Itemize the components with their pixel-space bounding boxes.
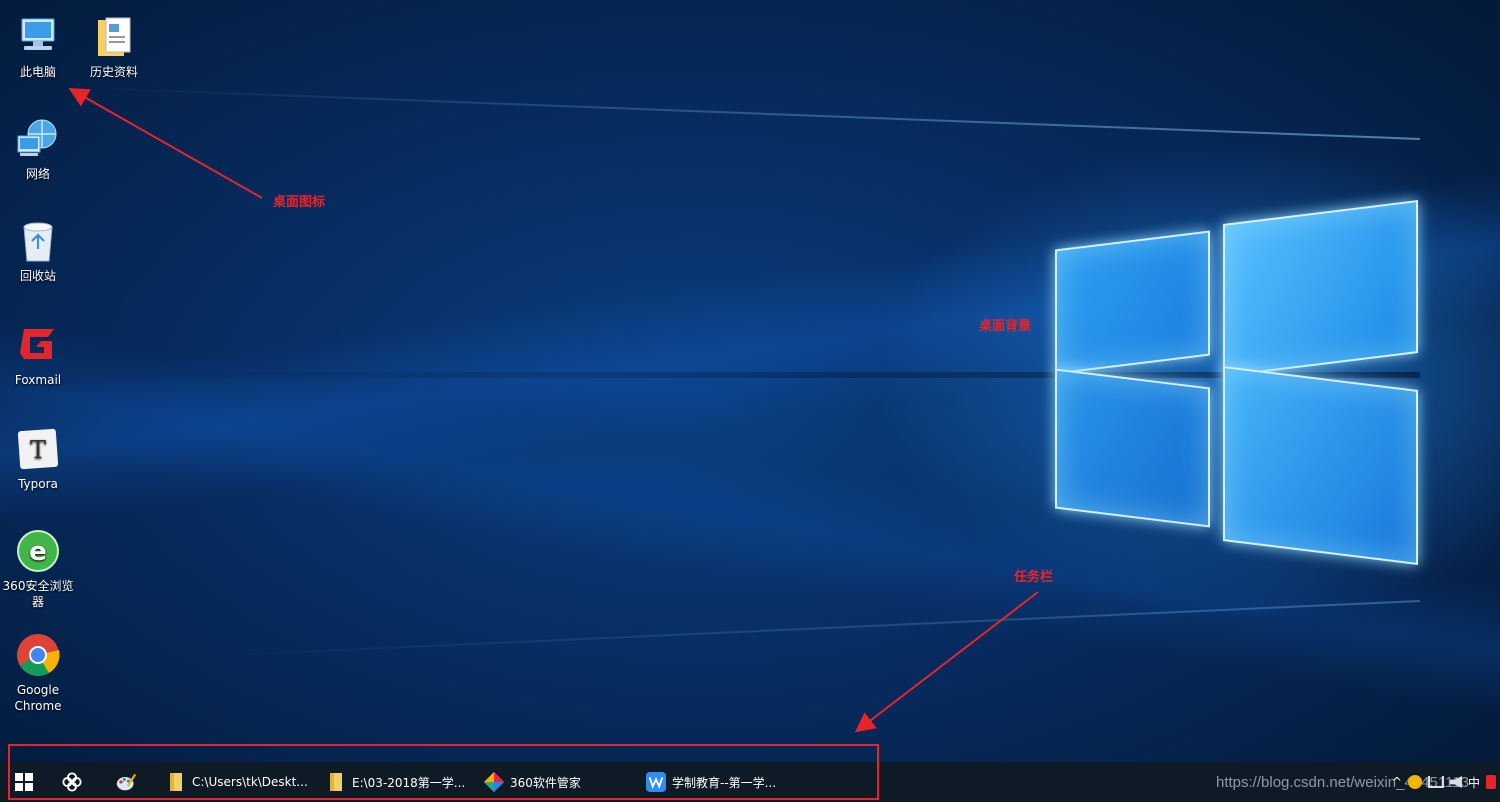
annotation-desktop-background: 桌面背景 — [979, 319, 1032, 334]
taskbar-annotation-box — [8, 744, 879, 800]
system-tray: ^ 中 — [1392, 762, 1500, 802]
volume-icon[interactable] — [1449, 776, 1462, 788]
tray-status-icon[interactable] — [1407, 775, 1422, 789]
annotation-taskbar: 任务栏 — [1014, 570, 1054, 585]
chevron-up-icon[interactable]: ^ — [1392, 775, 1402, 789]
annotation-arrows — [68, 88, 1039, 733]
input-method-label[interactable]: 中 — [1468, 774, 1480, 791]
annotation-desktop-icons: 桌面图标 — [273, 195, 326, 210]
network-tray-icon[interactable] — [1427, 776, 1444, 788]
security-tray-icon[interactable] — [1486, 775, 1496, 789]
